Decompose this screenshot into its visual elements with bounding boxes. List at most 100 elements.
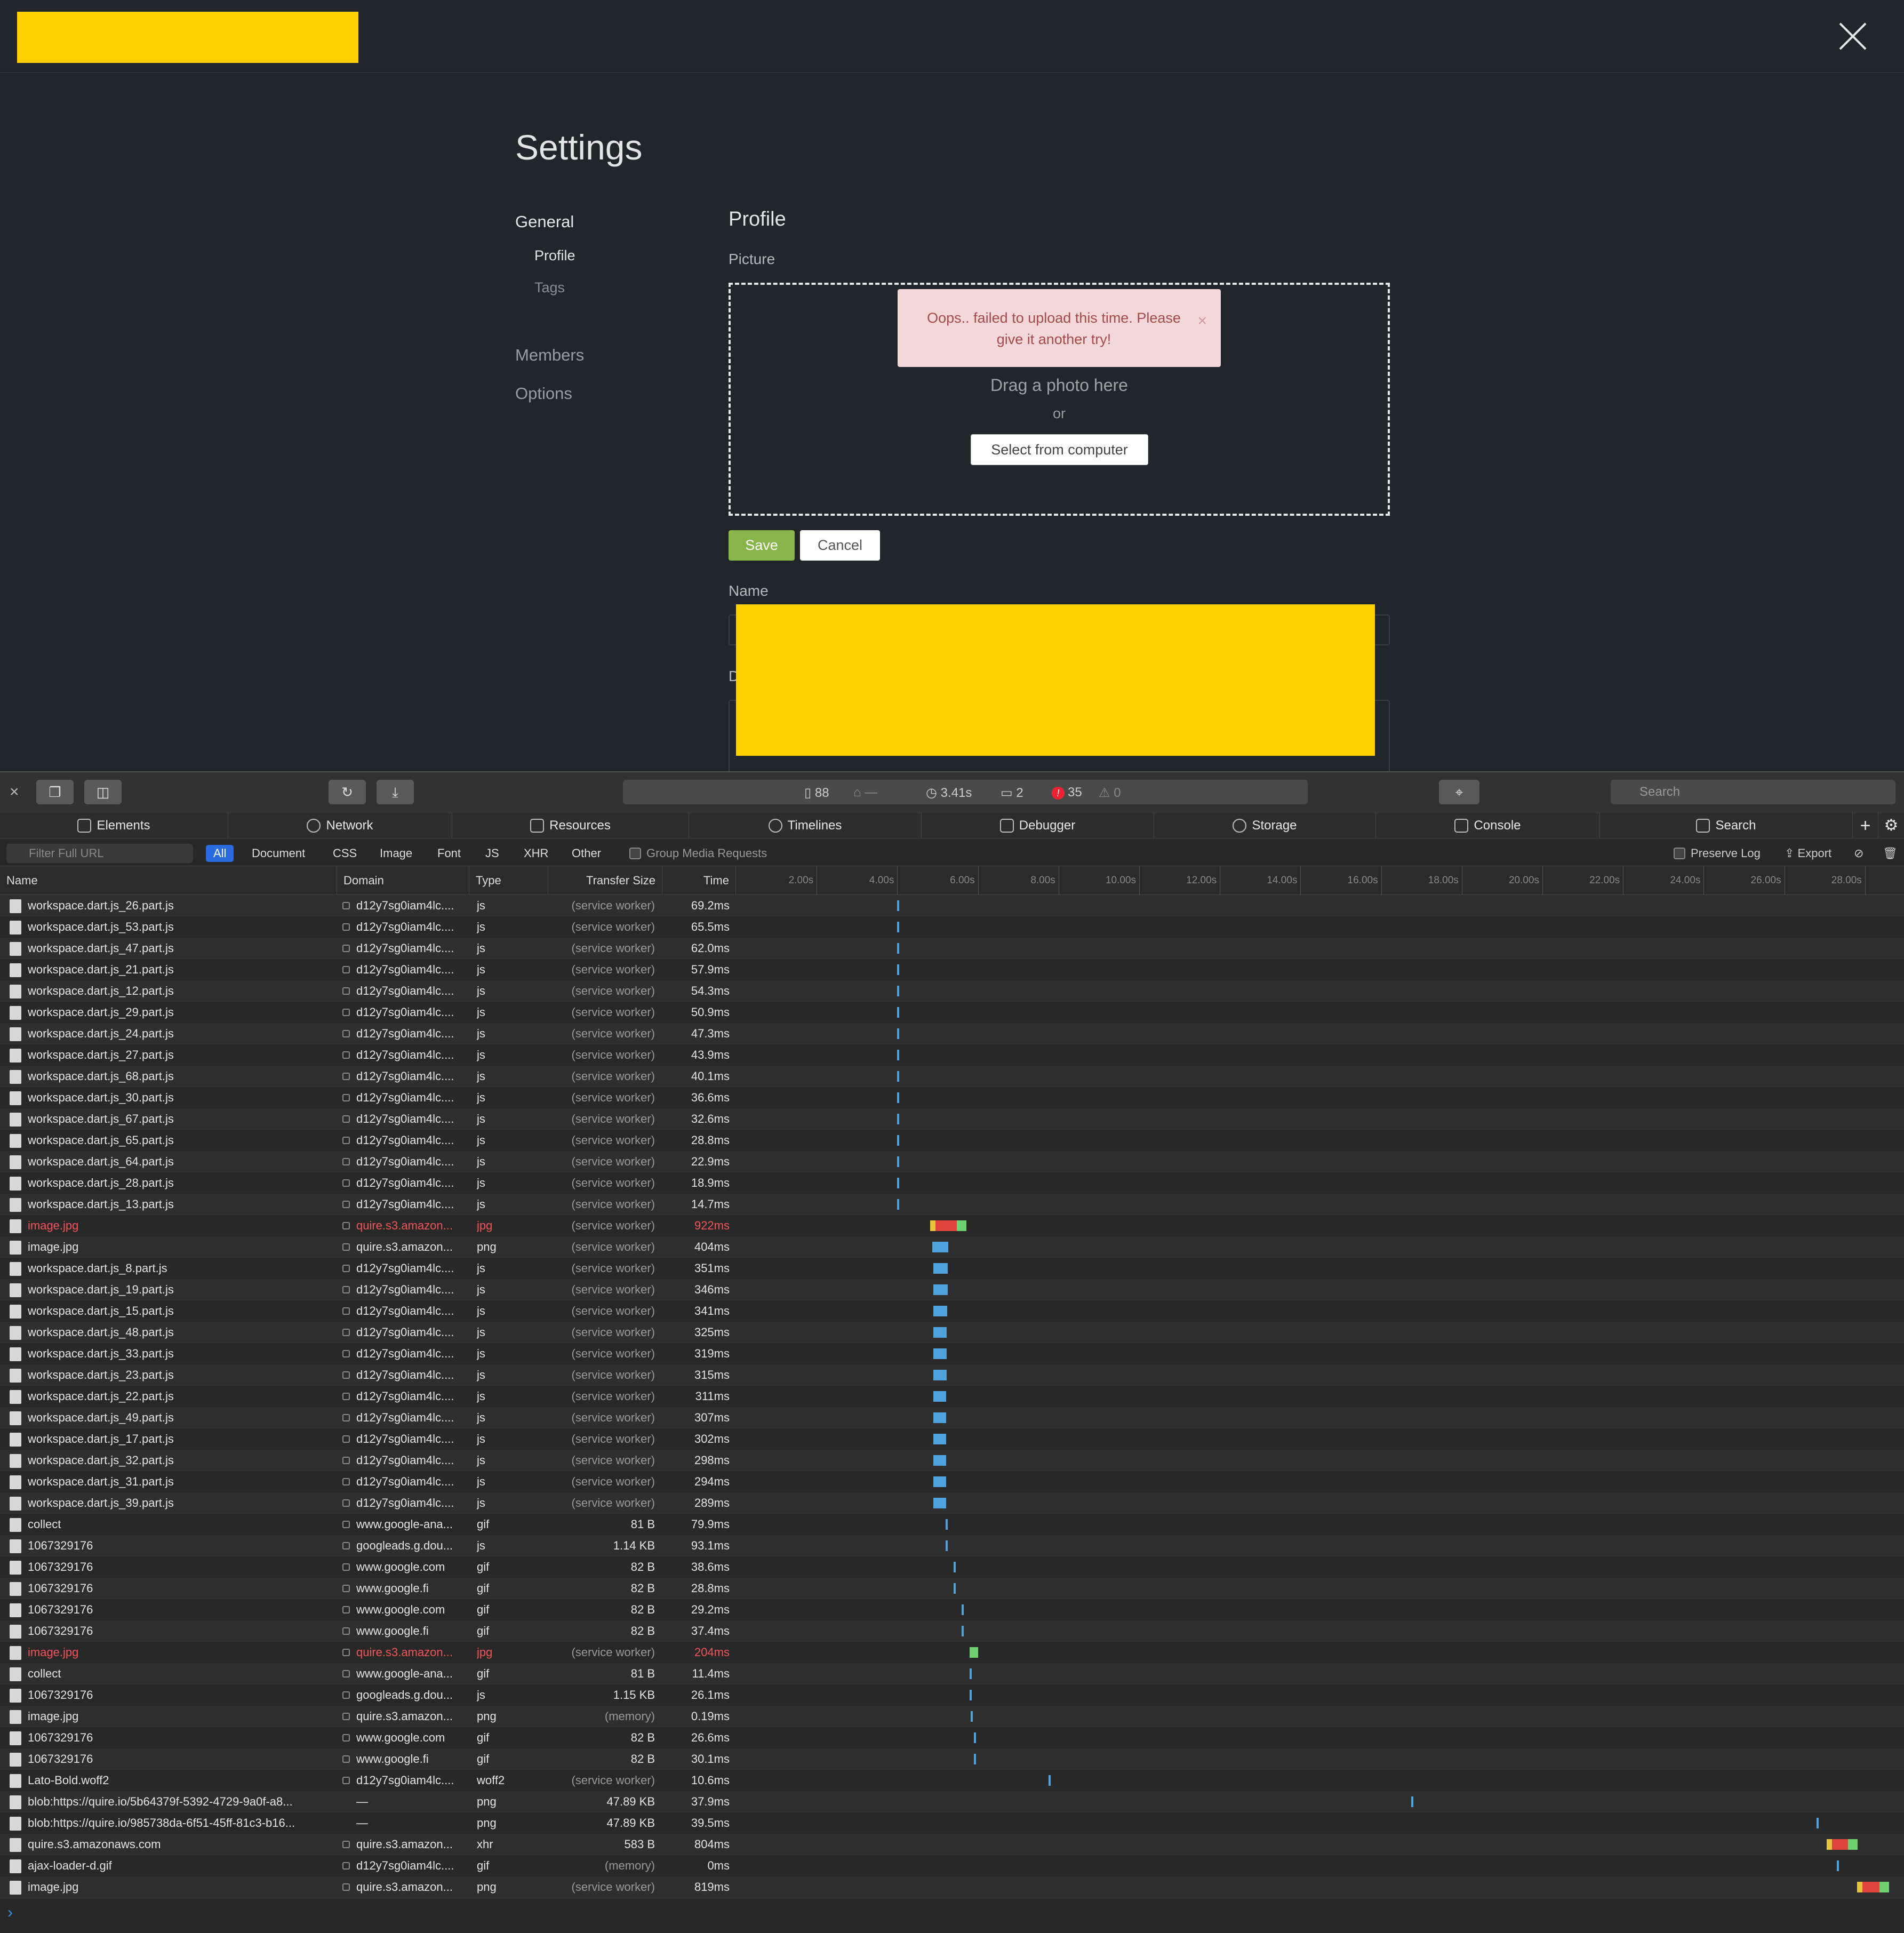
tab-elements[interactable]: Elements (0, 812, 228, 839)
table-row[interactable]: workspace.dart.js_26.part.js d12y7sg0iam4… (0, 895, 1904, 916)
filter-document[interactable]: Document (244, 845, 313, 862)
table-row[interactable]: workspace.dart.js_19.part.js d12y7sg0iam4… (0, 1279, 1904, 1300)
table-row[interactable]: workspace.dart.js_28.part.js d12y7sg0iam4… (0, 1172, 1904, 1194)
table-row[interactable]: blob:https://quire.io/985738da-6f51-45ff… (0, 1812, 1904, 1834)
table-row[interactable]: workspace.dart.js_21.part.js d12y7sg0iam4… (0, 959, 1904, 980)
table-row[interactable]: workspace.dart.js_49.part.js d12y7sg0iam4… (0, 1407, 1904, 1428)
column-name[interactable]: Name (0, 866, 337, 895)
trash-icon[interactable]: 🗑 (1883, 845, 1898, 862)
table-row[interactable]: workspace.dart.js_24.part.js d12y7sg0iam4… (0, 1023, 1904, 1044)
table-row[interactable]: workspace.dart.js_23.part.js d12y7sg0iam4… (0, 1364, 1904, 1386)
column-domain[interactable]: Domain (337, 866, 469, 895)
reload-icon[interactable]: ↻ (329, 780, 366, 804)
cancel-button[interactable]: Cancel (800, 530, 880, 561)
undock-icon[interactable]: ❐ (36, 780, 74, 804)
tab-timelines[interactable]: Timelines (689, 812, 922, 839)
devtools-close-icon[interactable]: × (10, 783, 19, 801)
request-time: 50.9ms (691, 1005, 730, 1019)
table-row[interactable]: image.jpg quire.s3.amazon... jpg (service w… (0, 1215, 1904, 1236)
table-row[interactable]: workspace.dart.js_33.part.js d12y7sg0iam4… (0, 1343, 1904, 1364)
nav-tags[interactable]: Tags (534, 279, 565, 296)
filter-url-input[interactable]: Filter Full URL (6, 844, 193, 863)
filter-css[interactable]: CSS (325, 845, 364, 862)
request-name: 1067329176 (28, 1688, 93, 1702)
table-row[interactable]: image.jpg quire.s3.amazon... png (service w… (0, 1236, 1904, 1258)
table-row[interactable]: image.jpg quire.s3.amazon... png (service w… (0, 1876, 1904, 1898)
filter-font[interactable]: Font (430, 845, 468, 862)
request-name: workspace.dart.js_39.part.js (28, 1496, 174, 1509)
gear-icon[interactable]: ⚙ (1878, 812, 1904, 839)
waterfall-bar (1048, 1775, 1051, 1786)
console-prompt[interactable]: › (0, 1898, 1904, 1933)
tab-search[interactable]: Search (1600, 812, 1853, 839)
alert-close-icon[interactable]: × (1197, 310, 1207, 332)
column-time[interactable]: Time (662, 866, 736, 895)
table-row[interactable]: blob:https://quire.io/5b64379f-5392-4729… (0, 1791, 1904, 1812)
table-row[interactable]: workspace.dart.js_32.part.js d12y7sg0iam4… (0, 1450, 1904, 1471)
column-transfer-size[interactable]: Transfer Size (548, 866, 662, 895)
table-row[interactable]: workspace.dart.js_47.part.js d12y7sg0iam4… (0, 938, 1904, 959)
table-row[interactable]: workspace.dart.js_68.part.js d12y7sg0iam4… (0, 1066, 1904, 1087)
table-row[interactable]: 1067329176 www.google.fi gif 82 B 37.4ms (0, 1620, 1904, 1642)
nav-members[interactable]: Members (515, 346, 584, 365)
table-row[interactable]: 1067329176 www.google.com gif 82 B 26.6ms (0, 1727, 1904, 1748)
table-row[interactable]: workspace.dart.js_67.part.js d12y7sg0iam4… (0, 1108, 1904, 1130)
table-row[interactable]: Lato-Bold.woff2 d12y7sg0iam4lc.... woff2 (s… (0, 1770, 1904, 1791)
split-layout-icon[interactable]: ◫ (84, 780, 122, 804)
tab-resources[interactable]: Resources (452, 812, 689, 839)
table-row[interactable]: collect www.google-ana... gif 81 B 79.9ms (0, 1514, 1904, 1535)
devtools-search-input[interactable]: Search (1611, 780, 1895, 804)
clear-network-icon[interactable]: ⊘ (1854, 845, 1863, 862)
table-row[interactable]: workspace.dart.js_17.part.js d12y7sg0iam4… (0, 1428, 1904, 1450)
save-button[interactable]: Save (729, 530, 795, 561)
tab-storage[interactable]: Storage (1154, 812, 1376, 839)
table-row[interactable]: workspace.dart.js_12.part.js d12y7sg0iam4… (0, 980, 1904, 1002)
close-icon[interactable] (1838, 21, 1868, 51)
tab-network[interactable]: Network (228, 812, 452, 839)
filter-js[interactable]: JS (478, 845, 507, 862)
nav-general[interactable]: General (515, 212, 574, 231)
table-row[interactable]: workspace.dart.js_13.part.js d12y7sg0iam4… (0, 1194, 1904, 1215)
table-row[interactable]: image.jpg quire.s3.amazon... png (memory) 0.… (0, 1706, 1904, 1727)
add-tab-icon[interactable]: + (1853, 812, 1878, 839)
table-row[interactable]: workspace.dart.js_65.part.js d12y7sg0iam4… (0, 1130, 1904, 1151)
table-row[interactable]: 1067329176 googleads.g.dou... js 1.14 KB 93.… (0, 1535, 1904, 1556)
table-row[interactable]: workspace.dart.js_8.part.js d12y7sg0iam4l… (0, 1258, 1904, 1279)
filter-all[interactable]: All (206, 845, 234, 862)
table-row[interactable]: quire.s3.amazonaws.com quire.s3.amazon...… (0, 1834, 1904, 1855)
nav-profile[interactable]: Profile (534, 247, 575, 264)
export-button[interactable]: ⇪ Export (1785, 845, 1831, 862)
filter-other[interactable]: Other (564, 845, 609, 862)
nav-options[interactable]: Options (515, 384, 572, 403)
table-row[interactable]: workspace.dart.js_30.part.js d12y7sg0iam4… (0, 1087, 1904, 1108)
tab-debugger[interactable]: Debugger (922, 812, 1154, 839)
table-row[interactable]: workspace.dart.js_39.part.js d12y7sg0iam4… (0, 1492, 1904, 1514)
table-row[interactable]: 1067329176 www.google.com gif 82 B 38.6ms (0, 1556, 1904, 1578)
table-row[interactable]: workspace.dart.js_27.part.js d12y7sg0iam4… (0, 1044, 1904, 1066)
inspect-target-icon[interactable]: ⌖ (1439, 780, 1479, 804)
table-row[interactable]: collect www.google-ana... gif 81 B 11.4ms (0, 1663, 1904, 1684)
filter-image[interactable]: Image (372, 845, 420, 862)
group-media-checkbox[interactable]: Group Media Requests (629, 845, 767, 862)
preserve-log-checkbox[interactable]: Preserve Log (1674, 845, 1761, 862)
table-row[interactable]: workspace.dart.js_22.part.js d12y7sg0iam4… (0, 1386, 1904, 1407)
table-row[interactable]: workspace.dart.js_29.part.js d12y7sg0iam4… (0, 1002, 1904, 1023)
table-row[interactable]: ajax-loader-d.gif d12y7sg0iam4lc.... gif (m… (0, 1855, 1904, 1876)
table-row[interactable]: 1067329176 googleads.g.dou... js 1.15 KB 26.… (0, 1684, 1904, 1706)
table-row[interactable]: workspace.dart.js_48.part.js d12y7sg0iam4… (0, 1322, 1904, 1343)
column-type[interactable]: Type (469, 866, 548, 895)
filter-xhr[interactable]: XHR (516, 845, 556, 862)
table-row[interactable]: workspace.dart.js_31.part.js d12y7sg0iam4… (0, 1471, 1904, 1492)
select-from-computer-button[interactable]: Select from computer (971, 434, 1148, 465)
waterfall-bar-send (1862, 1882, 1879, 1892)
table-row[interactable]: workspace.dart.js_64.part.js d12y7sg0iam4… (0, 1151, 1904, 1172)
or-text: or (1052, 405, 1066, 421)
table-row[interactable]: workspace.dart.js_15.part.js d12y7sg0iam4… (0, 1300, 1904, 1322)
table-row[interactable]: 1067329176 www.google.fi gif 82 B 28.8ms (0, 1578, 1904, 1599)
table-row[interactable]: image.jpg quire.s3.amazon... jpg (service w… (0, 1642, 1904, 1663)
download-icon[interactable]: ⤓ (377, 780, 414, 804)
table-row[interactable]: workspace.dart.js_53.part.js d12y7sg0iam4… (0, 916, 1904, 938)
table-row[interactable]: 1067329176 www.google.fi gif 82 B 30.1ms (0, 1748, 1904, 1770)
tab-console[interactable]: Console (1376, 812, 1600, 839)
table-row[interactable]: 1067329176 www.google.com gif 82 B 29.2ms (0, 1599, 1904, 1620)
